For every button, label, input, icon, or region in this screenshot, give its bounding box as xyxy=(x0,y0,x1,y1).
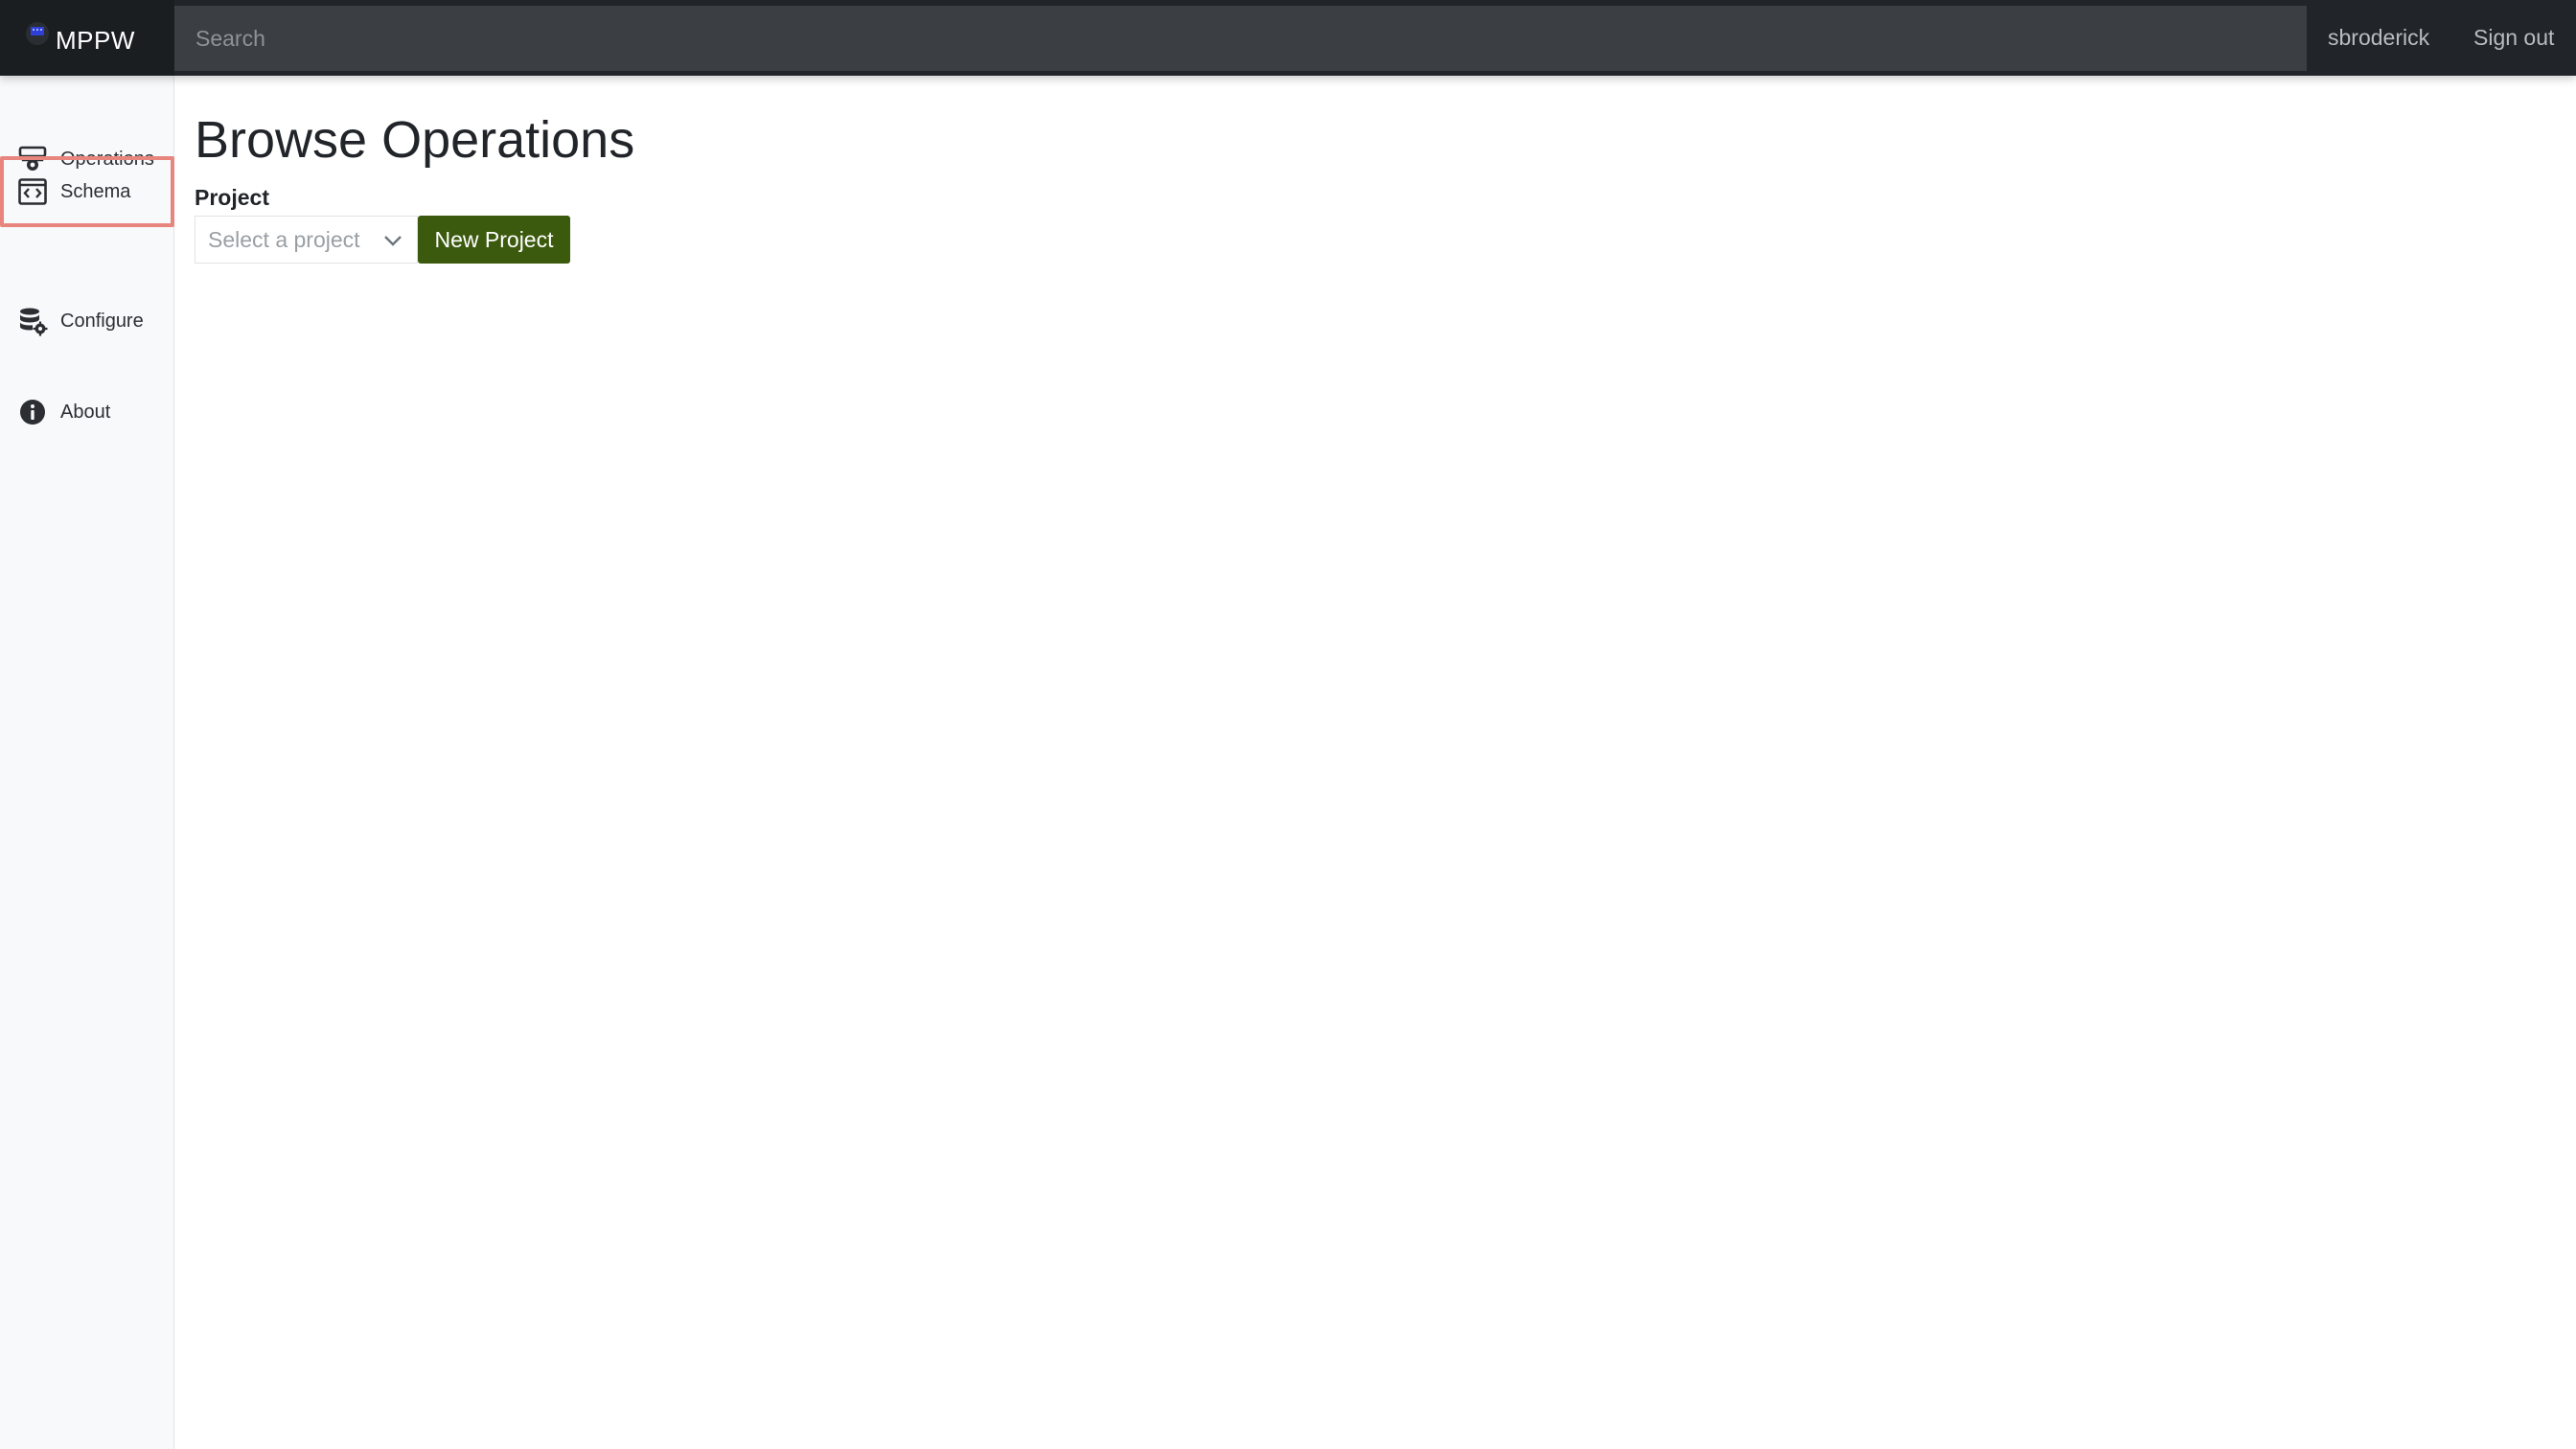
page-title: Browse Operations xyxy=(195,111,635,169)
user-name-link[interactable]: sbroderick xyxy=(2328,0,2429,76)
sidebar-item-label: About xyxy=(60,401,111,423)
brand-logo-icon xyxy=(26,22,49,45)
brand[interactable]: MPPW xyxy=(0,0,174,76)
sidebar-item-label: Schema xyxy=(60,180,131,202)
new-project-button[interactable]: New Project xyxy=(418,216,570,264)
sidebar-item-schema[interactable]: Schema xyxy=(0,156,174,227)
sidebar-item-configure[interactable]: Configure xyxy=(0,286,174,356)
search-input[interactable] xyxy=(174,6,2307,71)
top-navbar: MPPW sbroderick Sign out xyxy=(0,0,2576,76)
project-label: Project xyxy=(195,185,269,210)
project-select-placeholder: Select a project xyxy=(208,226,360,252)
chevron-down-icon xyxy=(384,236,402,246)
sign-out-link[interactable]: Sign out xyxy=(2473,0,2554,76)
sidebar-item-about[interactable]: About xyxy=(0,377,174,448)
configure-icon xyxy=(20,308,48,336)
sidebar: Operations Schema Configure About xyxy=(0,76,174,1449)
project-select[interactable]: Select a project xyxy=(195,216,418,264)
sidebar-item-label: Configure xyxy=(60,310,144,332)
brand-name: MPPW xyxy=(56,26,135,55)
schema-icon xyxy=(18,178,47,205)
info-icon xyxy=(20,400,45,425)
